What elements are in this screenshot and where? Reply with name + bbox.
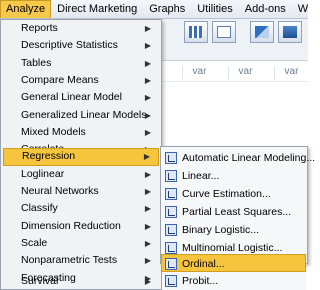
column-header[interactable]: var	[228, 66, 262, 80]
submenu-arrow-icon: ▶	[144, 238, 151, 248]
regression-submenu: Automatic Linear Modeling... Linear... C…	[160, 146, 315, 264]
submenu-arrow-icon: ▶	[144, 93, 151, 103]
multinomial-logistic-icon	[165, 242, 177, 254]
analyze-menu: Reports ▶ Descriptive Statistics ▶ Tables ▶…	[0, 19, 162, 290]
submenu-label: Ordinal...	[182, 258, 225, 270]
submenu-arrow-icon: ▶	[144, 221, 151, 231]
submenu-label: Binary Logistic...	[182, 224, 260, 236]
menu-direct-marketing[interactable]: Direct Marketing	[51, 0, 143, 18]
chart-edit-icon[interactable]	[212, 21, 236, 43]
submenu-item-partial-least-squares[interactable]: Partial Least Squares...	[162, 203, 307, 221]
menu-utilities[interactable]: Utilities	[191, 0, 238, 18]
menu-window[interactable]: Window	[292, 0, 308, 18]
curve-estimation-icon	[165, 188, 177, 200]
submenu-arrow-icon: ▶	[143, 152, 150, 162]
submenu-item-binary-logistic[interactable]: Binary Logistic...	[162, 221, 307, 239]
menu-add-ons[interactable]: Add-ons	[239, 0, 292, 18]
menu-item-scale[interactable]: Scale ▶	[3, 235, 159, 252]
submenu-label: Automatic Linear Modeling...	[182, 152, 316, 164]
menu-item-general-linear-model[interactable]: General Linear Model ▶	[3, 89, 159, 106]
menu-item-survival[interactable]: Survival ▶	[3, 273, 159, 290]
menu-item-mixed-models[interactable]: Mixed Models ▶	[3, 124, 159, 141]
automatic-linear-modeling-icon	[165, 152, 177, 164]
submenu-arrow-icon: ▶	[144, 204, 151, 214]
partial-least-squares-icon	[165, 206, 177, 218]
submenu-arrow-icon: ▶	[144, 256, 151, 266]
submenu-label: Probit...	[182, 275, 219, 287]
submenu-arrow-icon: ▶	[144, 24, 151, 33]
submenu-item-curve-estimation[interactable]: Curve Estimation...	[162, 185, 307, 203]
grid-line	[160, 81, 308, 82]
table-icon[interactable]	[184, 21, 208, 43]
probit-regression-icon	[165, 275, 177, 287]
menu-item-regression[interactable]: Regression ▶	[3, 148, 159, 166]
submenu-label: Partial Least Squares...	[182, 206, 292, 218]
column-header[interactable]: var	[274, 66, 308, 80]
submenu-arrow-icon: ▶	[144, 75, 151, 85]
submenu-arrow-icon: ▶	[144, 58, 151, 68]
submenu-item-ordinal[interactable]: Ordinal...	[161, 254, 306, 272]
ordinal-regression-icon	[165, 258, 177, 270]
menu-item-tables[interactable]: Tables ▶	[3, 55, 159, 72]
menu-item-loglinear[interactable]: Loglinear ▶	[3, 166, 159, 183]
menu-graphs[interactable]: Graphs	[143, 0, 191, 18]
menu-item-descriptive-statistics[interactable]: Descriptive Statistics ▶	[3, 37, 159, 54]
submenu-arrow-icon: ▶	[144, 169, 151, 179]
menu-analyze[interactable]: Analyze	[0, 0, 52, 18]
toolbar	[160, 19, 308, 61]
menu-item-classify[interactable]: Classify ▶	[3, 200, 159, 217]
menu-item-dimension-reduction[interactable]: Dimension Reduction ▶	[3, 218, 159, 235]
submenu-item-linear[interactable]: Linear...	[162, 167, 307, 185]
submenu-item-automatic-linear-modeling[interactable]: Automatic Linear Modeling...	[162, 149, 315, 167]
menu-item-nonparametric-tests[interactable]: Nonparametric Tests ▶	[3, 252, 159, 269]
binary-logistic-icon	[165, 224, 177, 236]
submenu-label: Curve Estimation...	[182, 188, 271, 200]
menu-item-neural-networks[interactable]: Neural Networks ▶	[3, 183, 159, 200]
submenu-arrow-icon: ▶	[144, 110, 151, 120]
menu-item-generalized-linear-models[interactable]: Generalized Linear Models ▶	[3, 107, 159, 124]
submenu-item-probit[interactable]: Probit...	[161, 272, 306, 290]
menu-item-reports[interactable]: Reports ▶	[3, 20, 159, 37]
column-header[interactable]: var	[182, 66, 216, 80]
weight-cases-icon[interactable]	[278, 21, 302, 43]
submenu-label: Linear...	[182, 170, 220, 182]
submenu-arrow-icon: ▶	[144, 127, 151, 137]
menu-item-compare-means[interactable]: Compare Means ▶	[3, 72, 159, 89]
split-file-icon[interactable]	[250, 21, 274, 43]
submenu-arrow-icon: ▶	[144, 187, 151, 196]
linear-regression-icon	[165, 170, 177, 182]
menu-bar: Analyze Direct Marketing Graphs Utilitie…	[0, 0, 308, 19]
submenu-arrow-icon: ▶	[144, 41, 151, 51]
submenu-arrow-icon: ▶	[144, 277, 151, 286]
